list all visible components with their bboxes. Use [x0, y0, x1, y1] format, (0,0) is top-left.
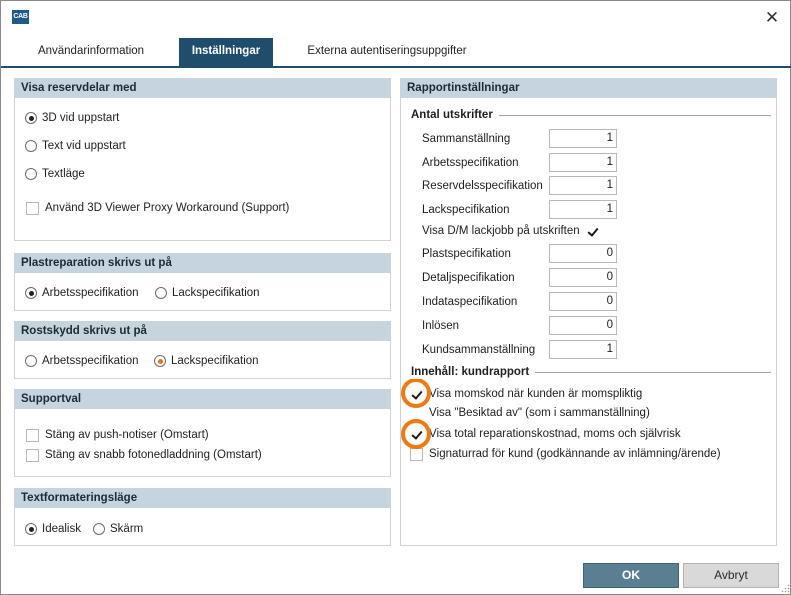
group-textformatering: Textformateringsläge	[14, 488, 391, 546]
kundsammanstallning-input[interactable]: 1	[549, 340, 617, 359]
group-header: Visa reservdelar med	[14, 78, 391, 98]
label-reservdelsspecifikation: Reservdelsspecifikation	[422, 180, 543, 192]
radio-label: Arbetsspecifikation	[42, 355, 139, 367]
section-title: Antal utskrifter	[411, 108, 499, 122]
group-plastreparation: Plastreparation skrivs ut på	[14, 253, 391, 311]
radio-label: Skärm	[110, 523, 144, 535]
group-rapportinstallningar: Rapportinställningar	[400, 78, 777, 546]
radio-icon[interactable]	[25, 355, 37, 367]
radio-icon[interactable]	[25, 168, 37, 180]
section-antal-utskrifter: Antal utskrifter	[411, 108, 771, 122]
radio-selected-icon[interactable]	[25, 287, 37, 299]
plastspecifikation-input[interactable]: 0	[549, 244, 617, 263]
radio-3d-vid-uppstart[interactable]: 3D vid uppstart	[25, 110, 119, 126]
radio-selected-icon[interactable]	[154, 355, 166, 367]
checkbox-push-notiser[interactable]: Stäng av push-notiser (Omstart)	[26, 427, 209, 443]
tab-installningar[interactable]: Inställningar	[179, 38, 273, 67]
group-header: Supportval	[14, 389, 391, 409]
radio-text-vid-uppstart[interactable]: Text vid uppstart	[25, 138, 126, 154]
arbetsspecifikation-input[interactable]: 1	[549, 153, 617, 172]
cancel-button[interactable]: Avbryt	[683, 563, 779, 588]
label-lackspecifikation: Lackspecifikation	[422, 204, 510, 216]
checkbox-visa-dm-lackjobb[interactable]: Visa D/M lackjobb på utskriften	[422, 223, 599, 239]
label-arbetsspecifikation: Arbetsspecifikation	[422, 157, 519, 169]
settings-dialog: CAB ✕ Användarinformation Inställningar …	[0, 0, 791, 595]
radio-icon[interactable]	[155, 287, 167, 299]
group-visa-reservdelar: Visa reservdelar med	[14, 78, 391, 241]
radio-label: Text vid uppstart	[42, 140, 126, 152]
radio-textlage[interactable]: Textläge	[25, 166, 85, 182]
radio-label: Arbetsspecifikation	[42, 287, 139, 299]
checkbox-icon[interactable]	[26, 428, 39, 442]
label-plastspecifikation: Plastspecifikation	[422, 248, 511, 260]
radio-selected-icon[interactable]	[25, 523, 37, 535]
radio-icon[interactable]	[25, 140, 37, 152]
radio-plast-arbetsspecifikation[interactable]: Arbetsspecifikation	[25, 285, 139, 301]
section-innehall-kundrapport: Innehåll: kundrapport	[411, 365, 771, 379]
group-header: Textformateringsläge	[14, 488, 391, 508]
section-title: Innehåll: kundrapport	[411, 365, 536, 379]
checkbox-visa-besiktad-av[interactable]: Visa "Besiktad av" (som i sammanställnin…	[410, 405, 650, 421]
checkbox-label: Visa total reparationskostnad, moms och …	[429, 428, 681, 440]
label-detaljspecifikation: Detaljspecifikation	[422, 272, 515, 284]
indataspecifikation-input[interactable]: 0	[549, 292, 617, 311]
label-sammanstallning: Sammanställning	[422, 133, 511, 145]
close-icon[interactable]: ✕	[761, 7, 783, 29]
checkbox-icon[interactable]	[26, 201, 39, 215]
tab-externa-autentiseringsuppgifter[interactable]: Externa autentiseringsuppgifter	[297, 38, 477, 67]
group-rostskydd: Rostskydd skrivs ut på	[14, 321, 391, 379]
checkbox-label: Visa momskod när kunden är momspliktig	[429, 388, 643, 400]
checkbox-visa-momskod[interactable]: Visa momskod när kunden är momspliktig	[410, 386, 642, 402]
checkbox-3d-viewer-proxy[interactable]: Använd 3D Viewer Proxy Workaround (Suppo…	[26, 200, 289, 216]
lackspecifikation-input[interactable]: 1	[549, 200, 617, 219]
checkbox-checked-icon[interactable]	[410, 387, 423, 401]
radio-idealisk[interactable]: Idealisk	[25, 521, 81, 537]
label-inlosen: Inlösen	[422, 320, 460, 332]
label-kundsammanstallning: Kundsammanställning	[422, 344, 536, 356]
checkbox-label: Visa D/M lackjobb på utskriften	[422, 225, 580, 237]
detaljspecifikation-input[interactable]: 0	[549, 268, 617, 287]
label-indataspecifikation: Indataspecifikation	[422, 296, 518, 308]
radio-rost-arbetsspecifikation[interactable]: Arbetsspecifikation	[25, 353, 139, 369]
radio-label: 3D vid uppstart	[42, 112, 120, 124]
checkbox-icon[interactable]	[410, 406, 423, 420]
radio-rost-lackspecifikation[interactable]: Lackspecifikation	[154, 353, 259, 369]
radio-selected-icon[interactable]	[25, 112, 37, 124]
group-header: Plastreparation skrivs ut på	[14, 253, 391, 273]
radio-label: Idealisk	[42, 523, 81, 535]
checkbox-checked-icon[interactable]	[410, 427, 423, 441]
tab-anvandarinformation[interactable]: Användarinformation	[21, 38, 161, 67]
radio-label: Textläge	[42, 168, 85, 180]
checkbox-checked-icon[interactable]	[585, 224, 599, 238]
inlosen-input[interactable]: 0	[549, 316, 617, 335]
radio-label: Lackspecifikation	[171, 355, 259, 367]
app-logo: CAB	[12, 10, 29, 24]
checkbox-snabb-fotonedladdning[interactable]: Stäng av snabb fotonedladdning (Omstart)	[26, 447, 262, 463]
radio-skarm[interactable]: Skärm	[93, 521, 143, 537]
radio-label: Lackspecifikation	[172, 287, 260, 299]
resize-grip-icon[interactable]	[781, 584, 790, 593]
checkbox-label: Visa "Besiktad av" (som i sammanställnin…	[429, 407, 650, 419]
tab-bar: Användarinformation Inställningar Extern…	[1, 38, 791, 67]
radio-icon[interactable]	[93, 523, 105, 535]
checkbox-icon[interactable]	[410, 447, 423, 461]
group-header: Rostskydd skrivs ut på	[14, 321, 391, 341]
checkbox-icon[interactable]	[26, 448, 39, 462]
sammanstallning-input[interactable]: 1	[549, 129, 617, 148]
checkbox-label: Stäng av snabb fotonedladdning (Omstart)	[45, 449, 262, 461]
checkbox-visa-total-reparationskostnad[interactable]: Visa total reparationskostnad, moms och …	[410, 426, 681, 442]
checkbox-label: Använd 3D Viewer Proxy Workaround (Suppo…	[45, 202, 290, 214]
ok-button[interactable]: OK	[583, 563, 679, 588]
group-header: Rapportinställningar	[400, 78, 777, 98]
checkbox-label: Stäng av push-notiser (Omstart)	[45, 429, 209, 441]
checkbox-signaturrad[interactable]: Signaturrad för kund (godkännande av inl…	[410, 446, 721, 462]
reservdelsspecifikation-input[interactable]: 1	[549, 176, 617, 195]
checkbox-label: Signaturrad för kund (godkännande av inl…	[429, 448, 721, 460]
radio-plast-lackspecifikation[interactable]: Lackspecifikation	[155, 285, 260, 301]
tab-underline	[1, 66, 791, 68]
